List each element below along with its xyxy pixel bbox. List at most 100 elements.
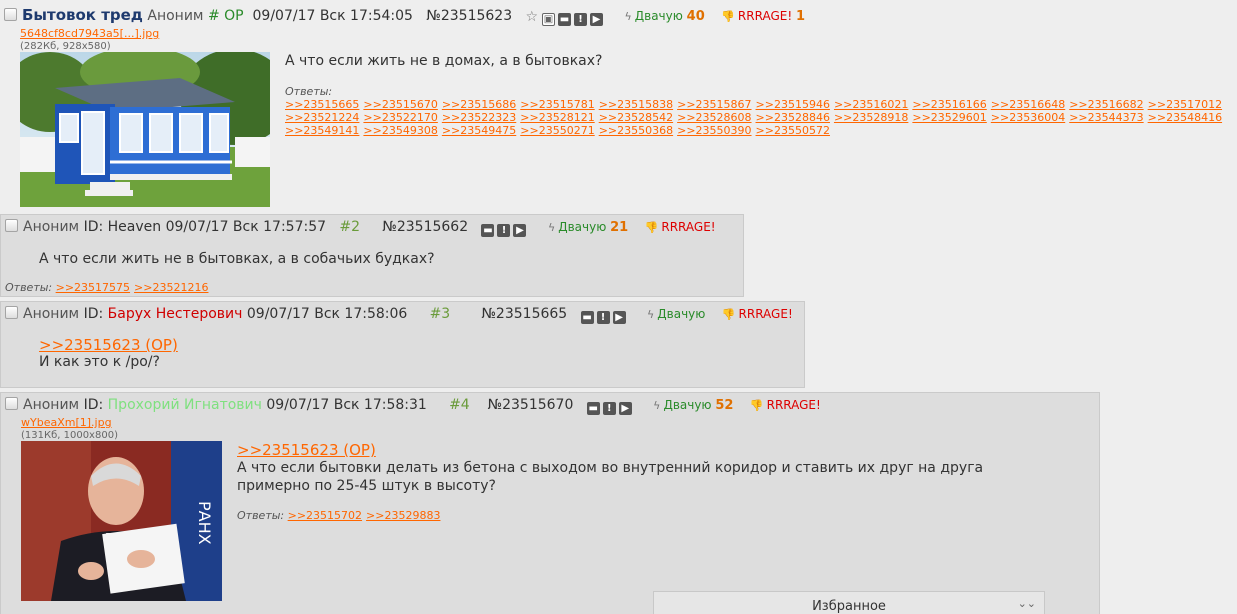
like-button[interactable]: ϟ Двачую 52 (653, 398, 733, 413)
bolt-icon: ϟ (624, 10, 632, 23)
post-id-name: Heaven (107, 219, 162, 235)
thumb-down-icon: 👎 (721, 308, 736, 321)
post-replies: Ответы: >>23517575 >>23521216 (5, 281, 212, 294)
post-author: Аноним (23, 306, 80, 322)
post-order: #2 (339, 219, 361, 235)
like-button[interactable]: ϟ Двачую 21 (547, 220, 628, 235)
post-checkbox[interactable] (5, 306, 18, 319)
reply-link[interactable]: >>23517575 (56, 281, 130, 294)
post-number[interactable]: №23515665 (481, 306, 567, 322)
reply-link[interactable]: >>23550572 (756, 124, 830, 137)
reply-link[interactable]: >>23548416 (1148, 111, 1222, 124)
reply-link[interactable]: >>23550390 (677, 124, 751, 137)
op-checkbox[interactable] (4, 8, 17, 21)
reply-link[interactable]: >>23515702 (288, 509, 362, 522)
reply-link[interactable]: >>23515670 (363, 98, 437, 111)
reply-link[interactable]: >>23544373 (1069, 111, 1143, 124)
reply-link[interactable]: >>23521224 (285, 111, 359, 124)
post-order: #4 (449, 397, 470, 413)
op-header: Бытовок тред Аноним # OP 09/07/17 Вск 17… (4, 6, 805, 26)
hide-icon[interactable]: ▬ (558, 13, 572, 26)
post-checkbox[interactable] (5, 219, 18, 232)
reply-link[interactable]: >>23521216 (134, 281, 208, 294)
post-id-label: ID: (83, 306, 104, 322)
post-replies: Ответы: >>23515702 >>23529883 (237, 509, 444, 522)
reply-link[interactable]: >>23515946 (756, 98, 830, 111)
reply-link[interactable]: >>23516648 (991, 98, 1065, 111)
reply-link[interactable]: >>23550271 (520, 124, 594, 137)
rage-button[interactable]: 👎 RRRAGE! 1 (721, 9, 805, 24)
rage-button[interactable]: 👎 RRRAGE! (722, 307, 793, 321)
post-message: И как это к /ро/? (39, 354, 160, 370)
bolt-icon: ϟ (653, 399, 661, 412)
post-message: А что если жить не в бытовках, а в собач… (39, 251, 435, 267)
post-quote-link[interactable]: >>23515623 (OP) (39, 336, 178, 354)
reply-link[interactable]: >>23515665 (285, 98, 359, 111)
post-order: #3 (429, 306, 451, 322)
hide-icon[interactable]: ▬ (586, 402, 600, 415)
post-header: Аноним ID: Heaven 09/07/17 Вск 17:57:57 … (5, 219, 716, 237)
play-icon[interactable]: ▶ (513, 224, 527, 237)
reply-link[interactable]: >>23529883 (366, 509, 440, 522)
reply-link[interactable]: >>23522323 (442, 111, 516, 124)
post-checkbox[interactable] (5, 397, 18, 410)
op-date: 09/07/17 Вск 17:54:05 (252, 8, 413, 24)
post-number[interactable]: №23515662 (382, 219, 468, 235)
op-image[interactable] (20, 52, 270, 207)
post-date: 09/07/17 Вск 17:58:06 (246, 306, 408, 322)
reply-link[interactable]: >>23550368 (599, 124, 673, 137)
post-file-link[interactable]: wYbeaXm[1].jpg (21, 416, 112, 429)
star-icon[interactable]: ☆ (525, 9, 538, 25)
reply-link[interactable]: >>23549308 (363, 124, 437, 137)
post-image[interactable]: РАНХ (21, 441, 222, 601)
post-file-meta: (131Кб, 1000x800) (21, 430, 118, 441)
reply-link[interactable]: >>23549141 (285, 124, 359, 137)
reply-link[interactable]: >>23528542 (599, 111, 673, 124)
rage-button[interactable]: 👎 RRRAGE! (750, 398, 821, 412)
bolt-icon: ϟ (647, 308, 655, 321)
post-quote-wrap: >>23515623 (OP) (237, 441, 376, 459)
reply-link[interactable]: >>23515867 (677, 98, 751, 111)
report-icon[interactable]: ! (602, 402, 616, 415)
reply-link[interactable]: >>23536004 (991, 111, 1065, 124)
reply-link[interactable]: >>23528608 (677, 111, 751, 124)
like-button[interactable]: ϟ Двачую (647, 307, 705, 321)
reply-link[interactable]: >>23515838 (599, 98, 673, 111)
report-icon[interactable]: ! (596, 311, 610, 324)
reply-link[interactable]: >>23516682 (1069, 98, 1143, 111)
chevron-down-icon[interactable]: ⌄⌄ (1018, 597, 1036, 610)
post-quote-link[interactable]: >>23515623 (OP) (237, 441, 376, 459)
reply-link[interactable]: >>23528846 (756, 111, 830, 124)
reply-link[interactable]: >>23515781 (520, 98, 594, 111)
favorites-panel[interactable]: Избранное ⌄⌄ (653, 591, 1045, 614)
rage-button[interactable]: 👎 RRRAGE! (645, 220, 716, 234)
report-icon[interactable]: ! (497, 224, 511, 237)
reply-link[interactable]: >>23516166 (912, 98, 986, 111)
report-icon[interactable]: ! (574, 13, 588, 26)
reply-link[interactable]: >>23549475 (442, 124, 516, 137)
play-icon[interactable]: ▶ (618, 402, 632, 415)
post-date: 09/07/17 Вск 17:58:31 (266, 397, 427, 413)
bolt-icon: ϟ (547, 221, 556, 234)
post-id-label: ID: (83, 219, 104, 235)
reply-link[interactable]: >>23529601 (912, 111, 986, 124)
copy-icon[interactable]: ▣ (542, 13, 556, 26)
reply-link[interactable]: >>23528121 (520, 111, 594, 124)
reply-link[interactable]: >>23515686 (442, 98, 516, 111)
play-icon[interactable]: ▶ (612, 311, 626, 324)
reply-link[interactable]: >>23516021 (834, 98, 908, 111)
hide-icon[interactable]: ▬ (481, 224, 495, 237)
op-message: А что если жить не в домах, а в бытовках… (285, 53, 603, 69)
post-quote-wrap: >>23515623 (OP) (39, 336, 178, 354)
post-number[interactable]: №23515670 (488, 397, 574, 413)
like-button[interactable]: ϟ Двачую 40 (624, 9, 704, 24)
post-author: Аноним (23, 397, 80, 413)
play-icon[interactable]: ▶ (590, 13, 604, 26)
reply-link[interactable]: >>23522170 (363, 111, 437, 124)
op-file-link[interactable]: 5648cf8cd7943a5[...].jpg (20, 27, 159, 40)
op-number[interactable]: №23515623 (426, 8, 512, 24)
reply-link[interactable]: >>23528918 (834, 111, 908, 124)
hide-icon[interactable]: ▬ (580, 311, 594, 324)
post-replies-label: Ответы: (5, 281, 53, 294)
reply-link[interactable]: >>23517012 (1148, 98, 1222, 111)
